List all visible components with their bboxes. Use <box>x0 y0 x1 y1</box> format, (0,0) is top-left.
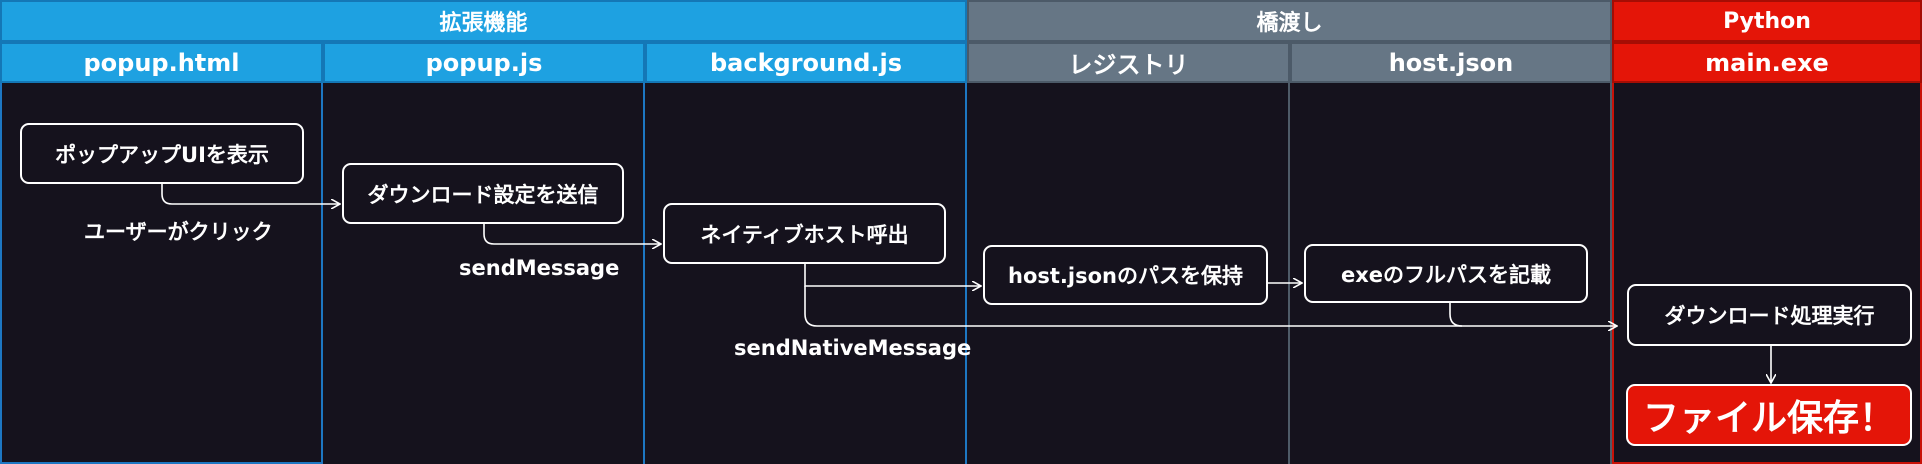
lane-background-js <box>645 83 967 464</box>
lane-header-main-exe: main.exe <box>1612 42 1922 83</box>
lane-header-background-js: background.js <box>645 42 967 83</box>
group-header-bridge: 橋渡し <box>967 0 1612 42</box>
lane-header-popup-html: popup.html <box>0 42 323 83</box>
node-show-popup: ポップアップUIを表示 <box>20 123 304 184</box>
group-header-extension: 拡張機能 <box>0 0 967 42</box>
edge-label-user-click: ユーザーがクリック <box>84 220 273 244</box>
node-call-native-host: ネイティブホスト呼出 <box>663 203 946 264</box>
edge-label-send-message: sendMessage <box>459 256 620 280</box>
swimlane-diagram: 拡張機能 橋渡し Python popup.html popup.js back… <box>0 0 1922 464</box>
node-write-exe-path: exeのフルパスを記載 <box>1304 244 1588 303</box>
lane-header-registry: レジストリ <box>967 42 1290 83</box>
lane-header-popup-js: popup.js <box>323 42 645 83</box>
group-header-python: Python <box>1612 0 1922 42</box>
lane-header-host-json: host.json <box>1290 42 1612 83</box>
node-file-saved: ファイル保存！ <box>1626 384 1912 446</box>
node-hold-host-path: host.jsonのパスを保持 <box>983 245 1268 305</box>
node-run-download: ダウンロード処理実行 <box>1627 284 1912 346</box>
node-send-settings: ダウンロード設定を送信 <box>342 163 624 224</box>
edge-label-send-native-message: sendNativeMessage <box>734 336 972 360</box>
